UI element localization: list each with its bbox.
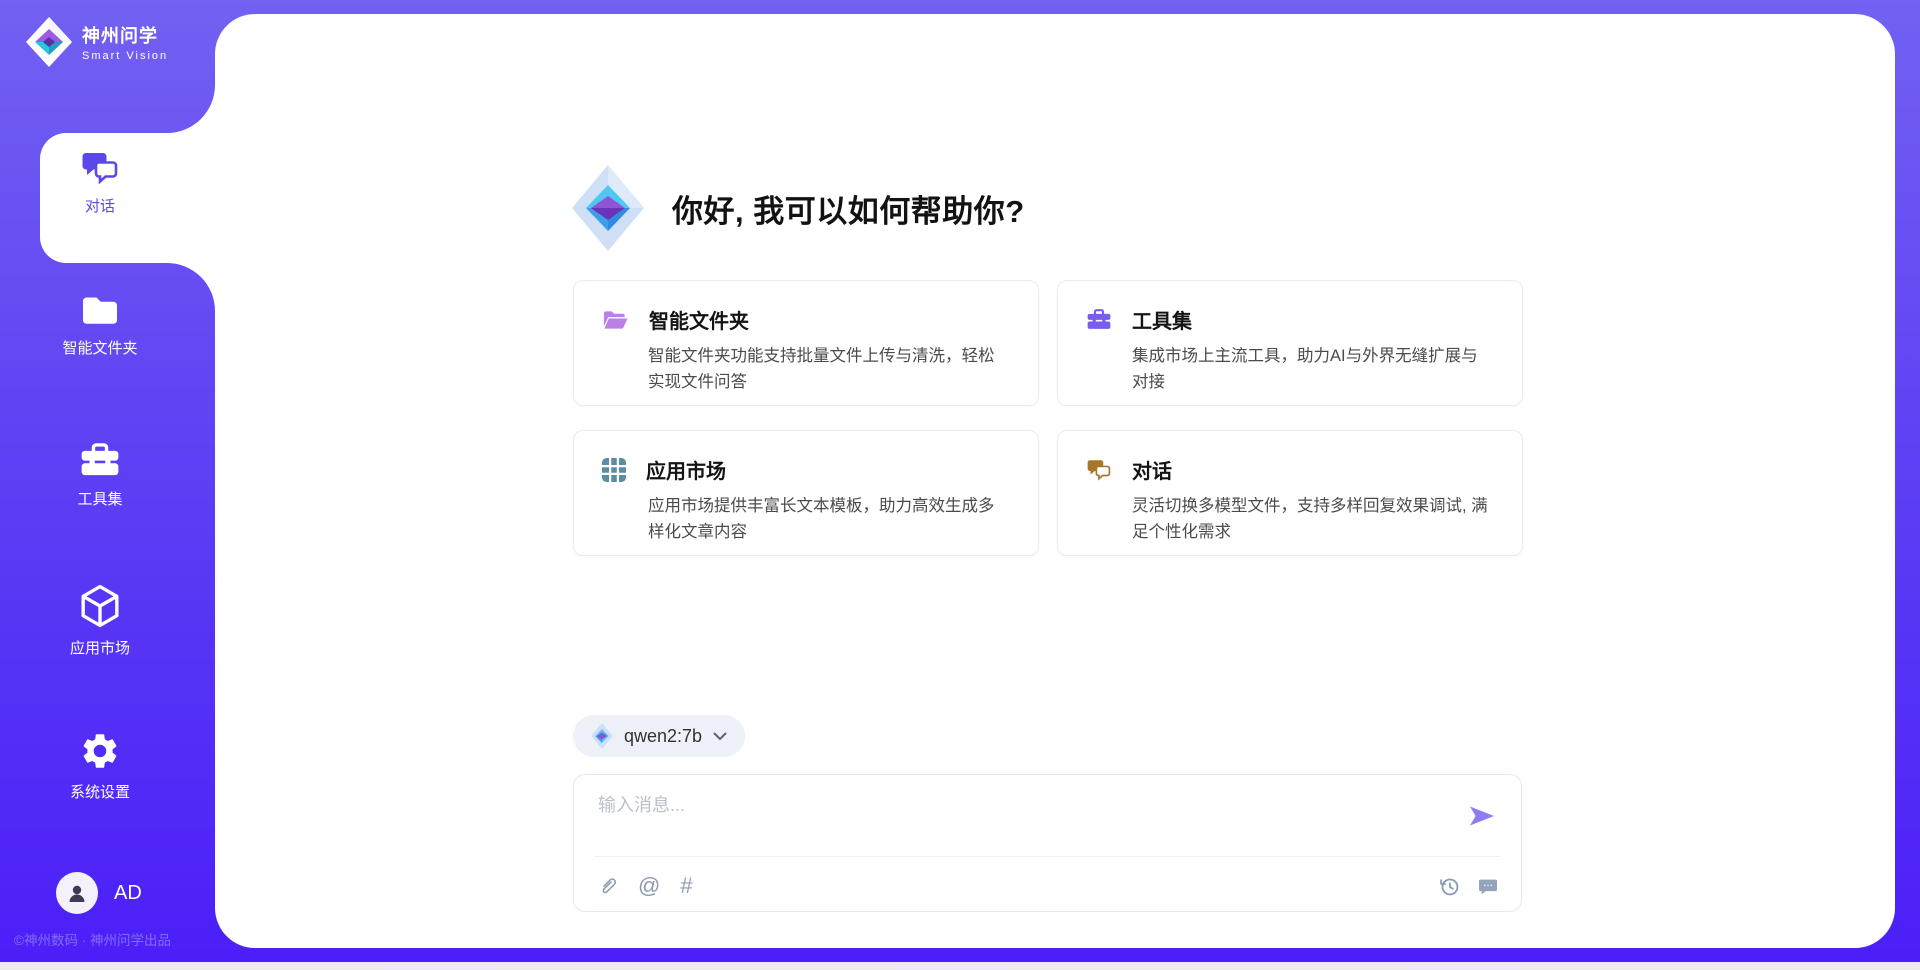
feedback-bubble-icon[interactable]: [1477, 875, 1499, 897]
user-name: AD: [114, 882, 142, 905]
greeting-text: 你好, 我可以如何帮助你?: [672, 186, 1025, 231]
history-icon[interactable]: [1438, 875, 1461, 898]
folder-icon: [80, 294, 120, 328]
sidebar-item-settings[interactable]: 系统设置: [0, 730, 200, 802]
chat-icon: [1086, 458, 1112, 482]
send-button[interactable]: [1469, 805, 1495, 830]
card-title: 智能文件夹: [649, 305, 749, 334]
card-app-market[interactable]: 应用市场 应用市场提供丰富长文本模板，助力高效生成多样化文章内容: [573, 430, 1039, 556]
message-composer: @ #: [573, 774, 1522, 912]
card-toolset[interactable]: 工具集 集成市场上主流工具，助力AI与外界无缝扩展与对接: [1057, 280, 1523, 406]
folder-open-icon: [602, 309, 629, 331]
grid-icon: [602, 458, 626, 482]
sidebar-item-smart-folder[interactable]: 智能文件夹: [0, 294, 200, 358]
sidebar-item-label: 智能文件夹: [0, 337, 200, 358]
composer-toolbar: @ #: [598, 867, 1499, 905]
model-name: qwen2:7b: [624, 726, 702, 747]
cube-icon: [79, 584, 121, 628]
app-title: 神州问学: [82, 22, 168, 48]
card-description: 灵活切换多模型文件，支持多样回复效果调试, 满足个性化需求: [1132, 493, 1492, 546]
sidebar-item-toolset[interactable]: 工具集: [0, 441, 200, 509]
assistant-logo-icon: [572, 165, 644, 251]
card-title: 工具集: [1132, 305, 1192, 334]
sidebar-item-label: 对话: [0, 195, 200, 216]
composer-divider: [594, 856, 1501, 857]
card-description: 集成市场上主流工具，助力AI与外界无缝扩展与对接: [1132, 343, 1492, 396]
send-icon: [1469, 805, 1495, 827]
sidebar: 神州问学 Smart Vision 对话 智能文: [0, 0, 215, 970]
sidebar-item-label: 系统设置: [0, 781, 200, 802]
greeting: 你好, 我可以如何帮助你?: [572, 164, 1025, 252]
person-icon: [65, 881, 89, 905]
app-window: 神州问学 Smart Vision 对话 智能文: [0, 0, 1920, 970]
card-description: 智能文件夹功能支持批量文件上传与清洗，轻松实现文件问答: [648, 343, 1008, 396]
card-description: 应用市场提供丰富长文本模板，助力高效生成多样化文章内容: [648, 493, 1008, 546]
hashtag-icon[interactable]: #: [680, 875, 692, 897]
copyright-footer: ©神州数码 · 神州问学出品: [14, 929, 171, 949]
card-title: 应用市场: [646, 455, 726, 484]
message-input[interactable]: [598, 791, 1458, 849]
sidebar-item-label: 应用市场: [0, 637, 200, 658]
app-logo: 神州问学 Smart Vision: [26, 17, 168, 67]
sidebar-item-label: 工具集: [0, 488, 200, 509]
sidebar-item-chat[interactable]: 对话: [0, 150, 200, 216]
avatar: [56, 872, 98, 914]
app-subtitle: Smart Vision: [82, 50, 168, 62]
toolbox-icon: [1086, 308, 1112, 331]
app-logo-icon: [26, 17, 72, 67]
model-logo-icon: [591, 723, 613, 749]
card-title: 对话: [1132, 455, 1172, 484]
user-profile[interactable]: AD: [56, 872, 142, 914]
gear-icon: [79, 730, 121, 772]
card-chat[interactable]: 对话 灵活切换多模型文件，支持多样回复效果调试, 满足个性化需求: [1057, 430, 1523, 556]
main-panel: 你好, 我可以如何帮助你? 智能文件夹 智能文件夹功能支持批量文件上传与清洗，轻…: [215, 14, 1895, 948]
feature-cards: 智能文件夹 智能文件夹功能支持批量文件上传与清洗，轻松实现文件问答 工具集 集成…: [573, 280, 1523, 556]
sidebar-item-app-market[interactable]: 应用市场: [0, 584, 200, 658]
chat-icon: [80, 150, 120, 186]
chevron-down-icon: [713, 732, 727, 741]
model-selector[interactable]: qwen2:7b: [573, 715, 745, 757]
attach-icon[interactable]: [598, 875, 618, 897]
toolbox-icon: [79, 441, 121, 479]
tab-fillet-top: [167, 85, 215, 133]
card-smart-folder[interactable]: 智能文件夹 智能文件夹功能支持批量文件上传与清洗，轻松实现文件问答: [573, 280, 1039, 406]
window-bottom-edge: [0, 962, 1920, 970]
mention-icon[interactable]: @: [638, 875, 660, 897]
